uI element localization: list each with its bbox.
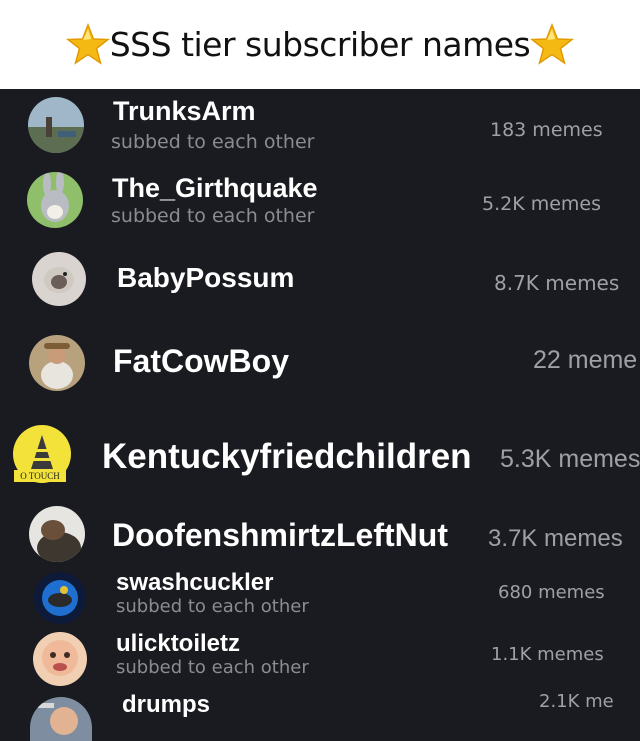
subscriber-row[interactable]: swashcuckler subbed to each other 680 me… (0, 565, 640, 624)
meme-count: 183 memes (490, 119, 603, 141)
subscriber-row[interactable]: The_Girthquake subbed to each other 5.2K… (0, 161, 640, 233)
subscriber-name: FatCowBoy (113, 343, 289, 379)
avatar-caption: O TOUCH (14, 470, 66, 482)
meme-count: 5.2K memes (482, 193, 602, 215)
subscriber-subtitle: subbed to each other (116, 596, 309, 617)
meme-count: 8.7K memes (494, 271, 620, 295)
subscriber-name: TrunksArm (113, 96, 256, 126)
subscriber-row[interactable]: DoofenshmirtzLeftNut 3.7K memes (0, 503, 640, 573)
meme-count: 680 memes (498, 582, 605, 603)
subscriber-row[interactable]: drumps 2.1K me (0, 687, 640, 741)
meme-count: 1.1K memes (491, 644, 604, 665)
avatar (29, 335, 85, 391)
subscriber-subtitle: subbed to each other (111, 131, 315, 153)
avatar (30, 697, 92, 741)
subscriber-row[interactable]: FatCowBoy 22 meme (0, 323, 640, 403)
meme-count: 5.3K memes (500, 445, 640, 473)
subscriber-subtitle: subbed to each other (111, 205, 315, 227)
subscriber-subtitle: subbed to each other (116, 657, 309, 678)
meme-header: SSS tier subscriber names (0, 0, 640, 89)
avatar (33, 632, 87, 686)
subscriber-name: DoofenshmirtzLeftNut (112, 517, 448, 553)
meme-count: 2.1K me (539, 691, 614, 712)
subscriber-name: ulicktoiletz (116, 630, 241, 657)
subscriber-row[interactable]: O TOUCH Kentuckyfriedchildren 5.3K memes (0, 413, 640, 501)
meme-count: 22 meme (533, 346, 638, 374)
subscriber-row[interactable]: TrunksArm subbed to each other 183 memes (0, 89, 640, 159)
header-title: SSS tier subscriber names (109, 25, 531, 64)
star-icon (530, 22, 575, 67)
subscriber-row[interactable]: BabyPossum 8.7K memes (0, 243, 640, 313)
avatar (27, 172, 83, 228)
subscriber-name: Kentuckyfriedchildren (102, 437, 472, 476)
subscriber-name: BabyPossum (117, 262, 295, 293)
subscriber-list: TrunksArm subbed to each other 183 memes… (0, 89, 640, 741)
avatar (34, 572, 86, 624)
avatar (29, 506, 85, 562)
subscriber-name: drumps (122, 691, 211, 718)
subscriber-name: swashcuckler (116, 569, 274, 596)
star-icon (65, 22, 110, 67)
avatar (32, 252, 86, 306)
subscriber-row[interactable]: ulicktoiletz subbed to each other 1.1K m… (0, 625, 640, 686)
subscriber-name: The_Girthquake (112, 173, 318, 203)
meme-count: 3.7K memes (488, 525, 623, 552)
avatar (28, 97, 84, 153)
